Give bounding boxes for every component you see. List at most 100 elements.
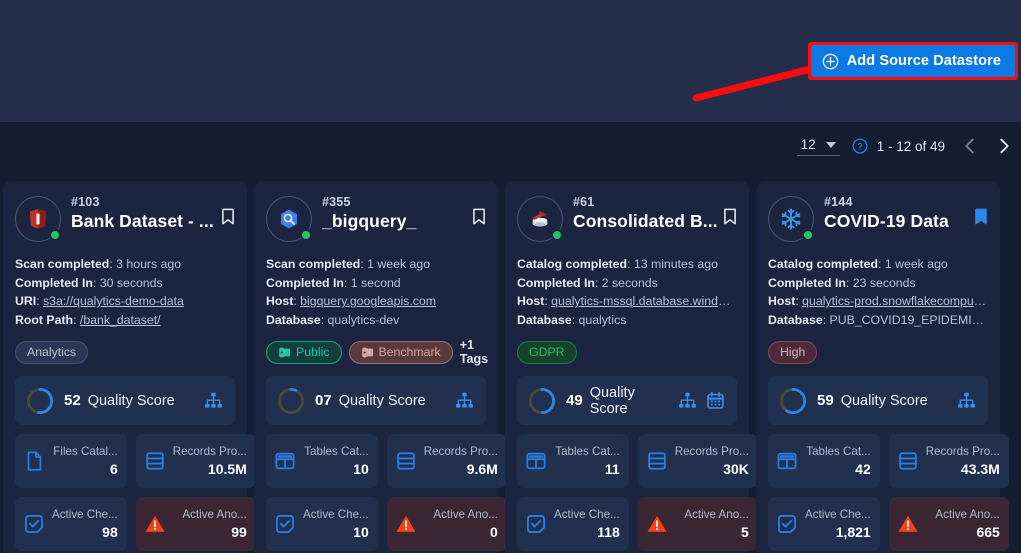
add-source-datastore-button[interactable]: Add Source Datastore [810,45,1015,77]
card-stat[interactable]: Active Che... 98 [15,497,127,551]
card-stat[interactable]: Records Pro... 43.3M [888,434,1009,488]
card-meta-label: Completed In [517,275,595,290]
calendar-icon[interactable] [706,391,725,410]
card-avatar [266,196,312,242]
card-stat[interactable]: Tables Cat... 42 [768,434,880,488]
quality-score-label: Quality Score [87,392,175,409]
card-stat-value: 9.6M [466,460,498,477]
card-quality-score[interactable]: 59 Quality Score [768,376,988,425]
card-stat-label: Active Ano... [433,507,498,521]
card-meta-row: Host: qualytics-prod.snowflakecomputi... [768,292,988,311]
status-dot [802,229,814,241]
card-meta: Catalog completed: 13 minutes ago Comple… [517,255,737,329]
records-icon [898,452,917,470]
lineage-icon[interactable] [455,391,474,410]
card-stat[interactable]: Active Che... 1,821 [768,497,880,551]
card-stats: Tables Cat... 10 Records Pro... 9.6M Act… [266,434,507,551]
card-tag[interactable]: Analytics [15,340,89,364]
card-meta-value: 1 week ago [884,257,948,271]
datastore-card[interactable]: #144 COVID-19 Data Catalog completed: 1 … [756,181,1009,553]
card-title[interactable]: Bank Dataset - ... [71,211,235,232]
card-stat-value: 1,821 [835,523,871,540]
card-stat-value: 43.3M [960,460,1000,477]
page-size-value: 12 [800,136,816,152]
card-avatar [768,196,814,242]
card-tag[interactable]: Benchmark [348,340,453,364]
check-square-icon [527,515,545,533]
quality-actions [455,391,474,410]
quality-score-ring [779,387,807,414]
card-tag-label: GDPR [529,345,565,359]
card-meta-link[interactable]: qualytics-mssql.database.window... [551,294,737,308]
quality-score-label: Quality Score [338,392,426,409]
card-meta-row: Root Path: /bank_dataset/ [15,312,161,327]
datastore-card[interactable]: #103 Bank Dataset - ... Scan completed: … [3,181,256,553]
card-meta-value: qualytics-dev [327,312,400,327]
bookmark-icon[interactable] [221,208,235,225]
card-stat[interactable]: Active Ano... 0 [386,497,507,551]
lineage-icon[interactable] [678,391,697,410]
card-stat-label: Records Pro... [674,444,749,458]
card-quality-score[interactable]: 52 Quality Score [15,376,235,425]
card-stat[interactable]: Tables Cat... 11 [517,434,629,488]
card-meta-link[interactable]: s3a://qualytics-demo-data [43,294,184,308]
card-meta-label: Scan completed [266,257,361,271]
card-meta-value: qualytics [578,312,627,327]
chevron-left-icon[interactable] [959,135,981,157]
card-stat[interactable]: Active Che... 10 [266,497,378,551]
lineage-icon[interactable] [957,391,976,410]
mssql-icon [532,211,548,227]
card-meta-link[interactable]: qualytics-prod.snowflakecomputi... [802,294,988,308]
card-stat[interactable]: Records Pro... 9.6M [386,434,507,488]
card-stat-value: 30K [723,460,749,477]
aws-s3-icon [29,209,47,229]
card-meta-value: 2 seconds [601,275,658,290]
question-circle-icon[interactable]: ? [852,138,868,154]
card-meta-label: Catalog completed [517,257,628,271]
plus-circle-icon [822,53,838,69]
card-quality-score[interactable]: 07 Quality Score [266,376,486,425]
quality-score-value: 49 [566,392,583,409]
add-source-datastore-highlight: Add Source Datastore [807,42,1018,80]
card-meta-row: Completed In: 2 seconds [517,275,658,290]
card-tags: GDPR [517,340,737,364]
chevron-right-icon[interactable] [993,135,1015,157]
check-square-icon [778,515,796,533]
card-meta-link[interactable]: /bank_dataset/ [80,313,161,327]
bookmark-icon[interactable] [472,208,486,225]
card-stat[interactable]: Active Che... 118 [517,497,629,551]
quality-score-ring [277,387,305,414]
card-stat[interactable]: Records Pro... 10.5M [135,434,256,488]
card-stat[interactable]: Files Catal... 6 [15,434,127,488]
card-tag[interactable]: GDPR [517,340,577,364]
card-meta-row: Completed In: 1 second [266,275,401,290]
lineage-icon[interactable] [204,391,223,410]
page-size-select[interactable]: 12 [796,136,840,156]
card-header: #61 Consolidated B... [517,194,737,242]
card-quality-score[interactable]: 49 Quality Score [517,376,737,425]
card-title[interactable]: COVID-19 Data [824,211,988,232]
status-dot [551,229,563,241]
card-title[interactable]: _bigquery_ [322,211,486,232]
card-meta-link[interactable]: bigquery.googleapis.com [300,294,436,308]
card-tag-overflow[interactable]: +1 Tags [460,338,488,366]
card-stat[interactable]: Records Pro... 30K [637,434,758,488]
card-stat[interactable]: Tables Cat... 10 [266,434,378,488]
card-stat[interactable]: Active Ano... 99 [135,497,256,551]
datastores-page: Add Source Datastore 12 ? 1 - 12 of 49 #… [0,0,1021,553]
card-id: #61 [573,195,595,209]
card-tag[interactable]: Public [266,340,342,364]
card-tag[interactable]: High [768,340,818,364]
card-stat[interactable]: Active Ano... 665 [888,497,1009,551]
tag-icon [279,347,291,357]
bookmark-icon[interactable] [723,208,737,225]
card-meta-row: Database: qualytics [517,312,627,327]
warning-triangle-icon [396,515,416,532]
datastore-card[interactable]: #61 Consolidated B... Catalog completed:… [505,181,758,553]
datastore-card[interactable]: #355 _bigquery_ Scan completed: 1 week a… [254,181,507,553]
card-title[interactable]: Consolidated B... [573,211,737,232]
bookmark-icon[interactable] [974,208,988,225]
card-stat[interactable]: Active Ano... 5 [637,497,758,551]
card-meta-value: 1 second [350,275,401,290]
card-stat-value: 6 [109,460,118,477]
